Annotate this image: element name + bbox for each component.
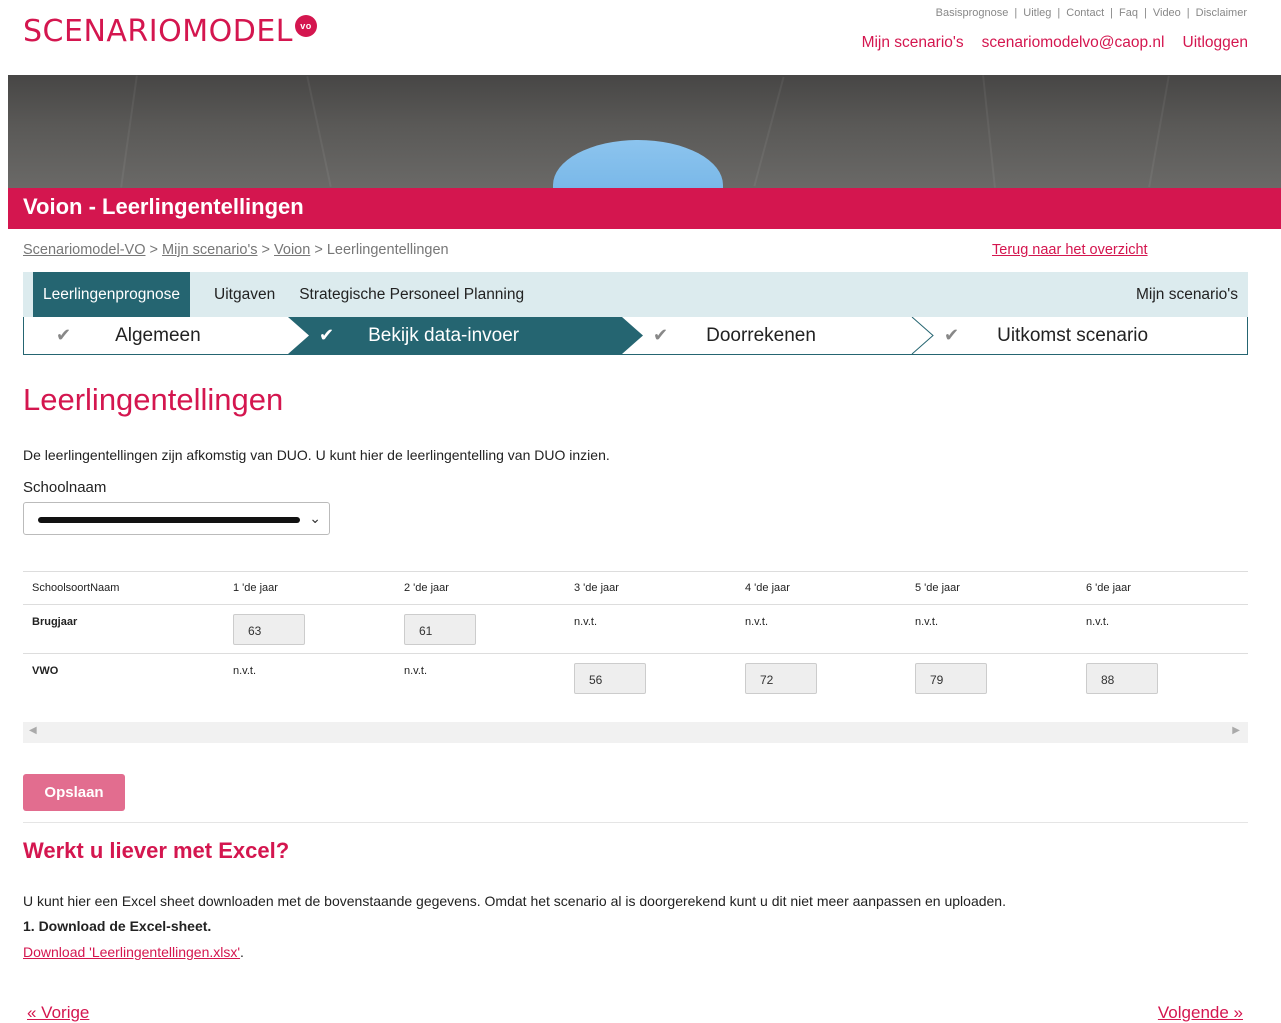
- top-link-basisprognose[interactable]: Basisprognose: [936, 7, 1009, 19]
- table-cell: n.v.t.: [1086, 616, 1110, 628]
- logo-text: SCENARIOMODEL: [23, 14, 293, 49]
- table-header-row: SchoolsoortNaam 1 'de jaar 2 'de jaar 3 …: [23, 571, 1248, 604]
- breadcrumb-separator: >: [257, 242, 275, 258]
- check-icon: ✔: [56, 325, 72, 345]
- column-header: SchoolsoortNaam: [32, 582, 120, 594]
- column-header: 3 'de jaar: [574, 582, 619, 594]
- excel-step-1: 1. Download de Excel-sheet.: [23, 918, 212, 934]
- separator: |: [1186, 7, 1190, 19]
- top-link-disclaimer[interactable]: Disclaimer: [1196, 7, 1247, 19]
- breadcrumb-my-scenarios[interactable]: Mijn scenario's: [162, 242, 257, 258]
- top-links: Basisprognose | Uitleg | Contact | Faq | Vid…: [936, 7, 1247, 19]
- logo-badge-text: vo: [300, 20, 312, 31]
- separator: |: [1014, 7, 1018, 19]
- step-doorrekenen[interactable]: ✔ Doorrekenen: [653, 317, 816, 354]
- user-nav: Mijn scenario's scenariomodelvo@caop.nl …: [862, 34, 1248, 52]
- top-link-uitleg[interactable]: Uitleg: [1023, 7, 1051, 19]
- divider: [23, 822, 1248, 823]
- logo-badge-icon: vo: [294, 14, 317, 37]
- page-title: Leerlingentellingen: [23, 382, 284, 417]
- scroll-left-icon[interactable]: ◀: [29, 725, 37, 736]
- step-label: Uitkomst scenario: [997, 324, 1149, 346]
- breadcrumb-home[interactable]: Scenariomodel-VO: [23, 242, 146, 258]
- logout-link[interactable]: Uitloggen: [1183, 34, 1249, 52]
- intro-text: De leerlingentellingen zijn afkomstig va…: [23, 447, 610, 463]
- table-cell: n.v.t.: [574, 616, 598, 628]
- table-row: Brugjaar 63 61 n.v.t. n.v.t. n.v.t. n.v.…: [23, 604, 1248, 653]
- table-row: VWO n.v.t. n.v.t. 56 72 79 88: [23, 653, 1248, 703]
- breadcrumb: Scenariomodel-VO > Mijn scenario's > Voi…: [23, 242, 449, 258]
- user-email-link[interactable]: scenariomodelvo@caop.nl: [982, 34, 1165, 52]
- column-header: 6 'de jaar: [1086, 582, 1131, 594]
- previous-link[interactable]: « Vorige: [27, 1003, 89, 1023]
- tab-my-scenarios[interactable]: Mijn scenario's: [1126, 272, 1248, 317]
- excel-section-title: Werkt u liever met Excel?: [23, 838, 290, 863]
- row-label: Brugjaar: [32, 616, 78, 628]
- step-label: Bekijk data-invoer: [368, 324, 520, 346]
- column-header: 4 'de jaar: [745, 582, 790, 594]
- breadcrumb-separator: >: [145, 242, 163, 258]
- download-excel-link[interactable]: Download 'Leerlingentellingen.xlsx': [23, 944, 240, 960]
- breadcrumb-voion[interactable]: Voion: [274, 242, 310, 258]
- check-icon: ✔: [944, 325, 960, 345]
- next-link[interactable]: Volgende »: [1158, 1003, 1243, 1023]
- top-link-contact[interactable]: Contact: [1066, 7, 1104, 19]
- school-name-label: Schoolnaam: [23, 479, 107, 496]
- step-label: Doorrekenen: [706, 324, 816, 346]
- count-input[interactable]: 72: [745, 663, 817, 694]
- breadcrumb-separator: >: [310, 242, 327, 258]
- back-to-overview-link[interactable]: Terug naar het overzicht: [992, 242, 1148, 258]
- column-header: 1 'de jaar: [233, 582, 278, 594]
- count-input[interactable]: 61: [404, 614, 476, 645]
- chalk-shape: [553, 140, 723, 188]
- table-cell: n.v.t.: [745, 616, 769, 628]
- separator: |: [1057, 7, 1061, 19]
- horizontal-scrollbar[interactable]: ◀ ▶: [23, 722, 1248, 743]
- column-header: 2 'de jaar: [404, 582, 449, 594]
- count-input[interactable]: 56: [574, 663, 646, 694]
- separator: |: [1144, 7, 1147, 19]
- page-header-title: Voion - Leerlingentellingen: [8, 188, 1281, 229]
- step-bekijk-data-invoer[interactable]: ✔ Bekijk data-invoer: [319, 317, 519, 354]
- tab-uitgaven[interactable]: Uitgaven: [204, 272, 285, 317]
- row-label: VWO: [32, 665, 59, 677]
- step-label: Algemeen: [115, 324, 201, 346]
- tab-leerlingenprognose[interactable]: Leerlingenprognose: [33, 272, 191, 317]
- tab-strategische-personeel-planning[interactable]: Strategische Personeel Planning: [289, 272, 534, 317]
- redacted-school-name: [38, 517, 300, 523]
- table-cell: n.v.t.: [915, 616, 939, 628]
- excel-download-line: Download 'Leerlingentellingen.xlsx'.: [23, 944, 244, 960]
- excel-description: U kunt hier een Excel sheet downloaden m…: [23, 893, 1006, 909]
- my-scenarios-link[interactable]: Mijn scenario's: [862, 34, 964, 52]
- table-cell: n.v.t.: [404, 665, 428, 677]
- breadcrumb-current: Leerlingentellingen: [326, 242, 449, 258]
- step-algemeen[interactable]: ✔ Algemeen: [56, 317, 201, 354]
- count-input[interactable]: 79: [915, 663, 987, 694]
- step-uitkomst-scenario[interactable]: ✔ Uitkomst scenario: [944, 317, 1148, 354]
- chevron-down-icon: ⌄: [309, 510, 321, 526]
- top-link-video[interactable]: Video: [1153, 7, 1181, 19]
- logo[interactable]: SCENARIOMODEL vo: [23, 14, 317, 49]
- save-button[interactable]: Opslaan: [23, 774, 125, 811]
- table-cell: n.v.t.: [233, 665, 257, 677]
- separator: |: [1110, 7, 1114, 19]
- step-wizard: ✔ Algemeen ✔ Bekijk data-invoer ✔ Doorreken…: [23, 317, 1248, 355]
- top-link-faq[interactable]: Faq: [1119, 7, 1138, 19]
- main-tabs: Leerlingenprognose Uitgaven Strategische…: [23, 272, 1248, 317]
- hero-image: [8, 75, 1281, 188]
- column-header: 5 'de jaar: [915, 582, 960, 594]
- check-icon: ✔: [319, 325, 335, 345]
- count-input[interactable]: 63: [233, 614, 305, 645]
- check-icon: ✔: [653, 325, 669, 345]
- download-suffix: .: [240, 944, 244, 960]
- scroll-right-icon[interactable]: ▶: [1232, 725, 1240, 736]
- school-name-select[interactable]: ⌄: [23, 502, 330, 535]
- count-input[interactable]: 88: [1086, 663, 1158, 694]
